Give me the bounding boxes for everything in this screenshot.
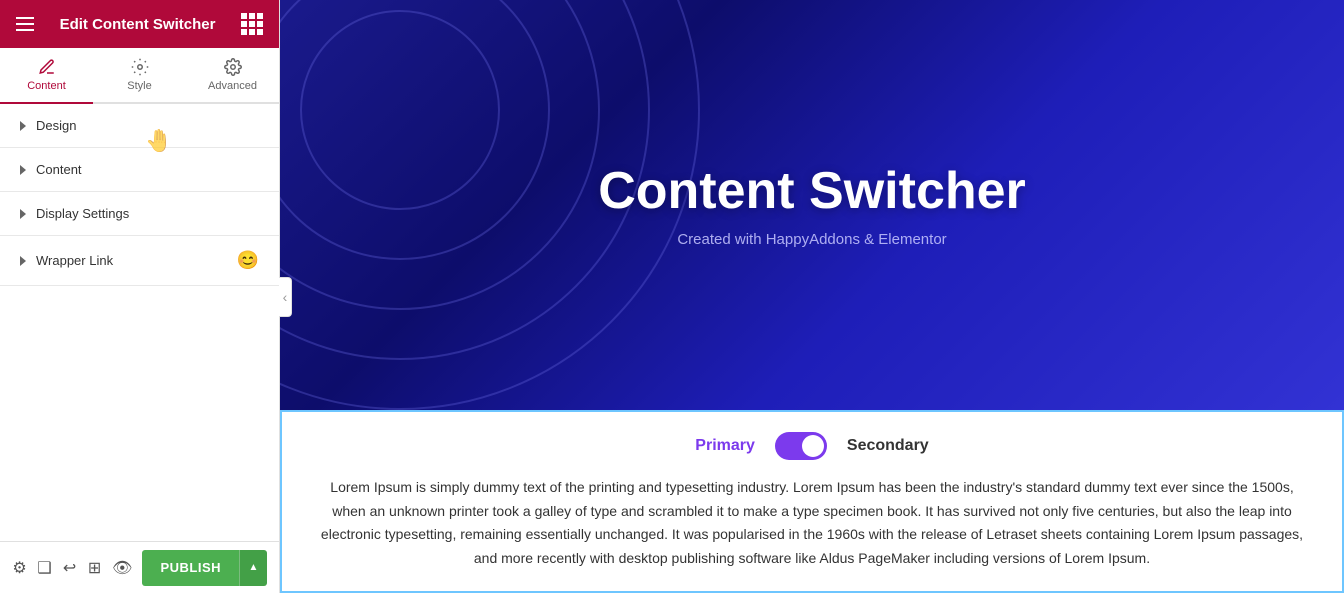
hero-subtitle: Created with HappyAddons & Elementor — [677, 231, 946, 248]
tab-advanced-label: Advanced — [208, 80, 257, 92]
publish-button[interactable]: PUBLISH — [142, 550, 239, 586]
chevron-icon — [20, 121, 26, 131]
accordion-design: Design — [0, 104, 279, 148]
chevron-icon — [20, 209, 26, 219]
hamburger-icon[interactable] — [16, 17, 34, 31]
chevron-icon — [20, 256, 26, 266]
tab-content-label: Content — [27, 80, 66, 92]
hero-section: Content Switcher Created with HappyAddon… — [280, 0, 1344, 410]
templates-icon[interactable]: ⊞ — [87, 554, 102, 582]
accordion-display-header[interactable]: Display Settings — [0, 192, 279, 235]
accordion-design-label: Design — [36, 118, 76, 133]
toggle-row: Primary Secondary — [302, 432, 1322, 460]
tab-advanced[interactable]: Advanced — [186, 48, 279, 104]
accordion-content: Content — [0, 148, 279, 192]
accordion-wrapper-label: Wrapper Link — [36, 253, 113, 268]
wrapper-link-emoji: 😊 — [237, 250, 259, 271]
sidebar-title: Edit Content Switcher — [60, 16, 216, 33]
layers-icon[interactable]: ❑ — [37, 554, 52, 582]
sidebar-header: Edit Content Switcher — [0, 0, 279, 48]
secondary-label: Secondary — [847, 437, 929, 455]
accordion-display-label: Display Settings — [36, 206, 129, 221]
primary-label: Primary — [695, 437, 755, 455]
tab-style-label: Style — [127, 80, 151, 92]
publish-dropdown-button[interactable] — [239, 550, 267, 586]
main-content: Content Switcher Created with HappyAddon… — [280, 0, 1344, 593]
accordion-content-label: Content — [36, 162, 82, 177]
settings-icon[interactable]: ⚙ — [12, 554, 27, 582]
collapse-handle[interactable] — [279, 277, 292, 317]
switcher-section: Primary Secondary Lorem Ipsum is simply … — [280, 410, 1344, 593]
accordion-wrapper-header[interactable]: Wrapper Link 😊 — [0, 236, 279, 285]
hero-title: Content Switcher — [598, 161, 1026, 221]
tab-style[interactable]: Style — [93, 48, 186, 104]
history-icon[interactable]: ↩ — [62, 554, 77, 582]
tab-content[interactable]: Content — [0, 48, 93, 104]
sidebar: Edit Content Switcher Content Style — [0, 0, 280, 593]
sidebar-footer: ⚙ ❑ ↩ ⊞ 👁 PUBLISH — [0, 541, 279, 593]
publish-btn-wrapper: PUBLISH — [142, 550, 267, 586]
accordion-design-header[interactable]: Design — [0, 104, 279, 147]
switcher-content-text: Lorem Ipsum is simply dummy text of the … — [302, 476, 1322, 571]
grid-icon[interactable] — [241, 13, 263, 35]
preview-icon[interactable]: 👁 — [112, 554, 132, 582]
accordion-wrapper-link: Wrapper Link 😊 — [0, 236, 279, 286]
sidebar-tabs: Content Style Advanced — [0, 48, 279, 104]
chevron-icon — [20, 165, 26, 175]
toggle-switch[interactable] — [775, 432, 827, 460]
accordion-display-settings: Display Settings — [0, 192, 279, 236]
accordion-content-header[interactable]: Content — [0, 148, 279, 191]
